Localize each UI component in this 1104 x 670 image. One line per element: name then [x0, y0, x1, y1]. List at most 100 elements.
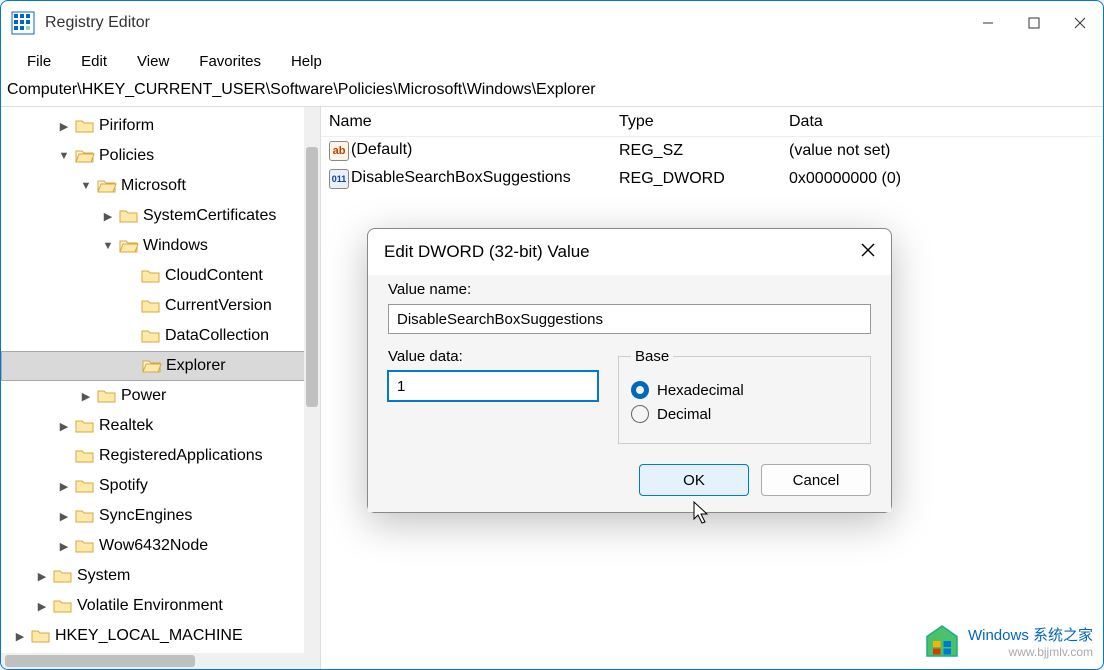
menu-edit[interactable]: Edit: [67, 49, 121, 74]
tree-label: DataCollection: [165, 327, 269, 345]
menu-favorites[interactable]: Favorites: [185, 49, 275, 74]
tree-item-syncengines[interactable]: ▶SyncEngines: [1, 501, 320, 531]
folder-icon: [75, 118, 95, 134]
value-name-label: Value name:: [388, 281, 871, 298]
chevron-icon[interactable]: ▶: [101, 210, 115, 223]
close-button[interactable]: [1057, 1, 1103, 45]
dialog-title-text: Edit DWORD (32-bit) Value: [384, 242, 590, 262]
chevron-icon[interactable]: ▶: [35, 600, 49, 613]
base-fieldset: Base Hexadecimal Decimal: [618, 348, 871, 444]
tree-item-spotify[interactable]: ▶ Spotify: [1, 471, 320, 501]
ok-button[interactable]: OK: [639, 464, 749, 496]
app-icon: [11, 11, 35, 35]
tree-item-realtek[interactable]: ▶ Realtek: [1, 411, 320, 441]
chevron-icon[interactable]: ▶: [57, 420, 71, 433]
watermark: Windows 系统之家 www.bjjmlv.com: [924, 623, 1093, 659]
tree-label: CloudContent: [165, 267, 263, 285]
tree-label: Spotify: [99, 477, 148, 495]
tree-item-explorer[interactable]: Explorer: [1, 351, 320, 381]
tree-label: HKEY_LOCAL_MACHINE: [55, 627, 243, 645]
col-header-data[interactable]: Data: [781, 113, 1103, 131]
folder-icon: [141, 298, 161, 314]
value-type: REG_DWORD: [611, 170, 781, 188]
tree-label: Realtek: [99, 417, 153, 435]
cancel-button[interactable]: Cancel: [761, 464, 871, 496]
tree-vscrollbar[interactable]: [304, 107, 320, 669]
value-name: (Default): [351, 141, 412, 158]
minimize-button[interactable]: [965, 1, 1011, 45]
chevron-icon[interactable]: ▶: [35, 570, 49, 583]
chevron-icon[interactable]: ▶: [57, 540, 71, 553]
tree-label: Piriform: [99, 117, 154, 135]
tree-label: Microsoft: [121, 177, 186, 195]
main-window: Registry Editor File Edit View Favorites…: [0, 0, 1104, 670]
tree-item-registeredapplications[interactable]: RegisteredApplications: [1, 441, 320, 471]
tree-item-power[interactable]: ▶ Power: [1, 381, 320, 411]
list-row[interactable]: 011DisableSearchBoxSuggestionsREG_DWORD0…: [321, 165, 1103, 193]
folder-icon: [75, 508, 95, 524]
chevron-icon[interactable]: ▶: [13, 630, 27, 643]
radio-hexadecimal[interactable]: [631, 381, 649, 399]
folder-icon: [75, 148, 95, 164]
folder-icon: [75, 448, 95, 464]
chevron-icon[interactable]: ▶: [57, 510, 71, 523]
tree-hscrollbar[interactable]: [1, 653, 304, 669]
dialog-body: Value name: Value data: Base Hexadecimal: [368, 275, 891, 512]
tree-label: SystemCertificates: [143, 207, 276, 225]
menu-help[interactable]: Help: [277, 49, 336, 74]
folder-icon: [75, 478, 95, 494]
tree-item-volatileenvironment[interactable]: ▶ Volatile Environment: [1, 591, 320, 621]
radio-hex-label: Hexadecimal: [657, 382, 744, 399]
col-header-type[interactable]: Type: [611, 113, 781, 131]
tree-item-systemcertificates[interactable]: ▶ SystemCertificates: [1, 201, 320, 231]
folder-icon: [31, 628, 51, 644]
list-header: Name Type Data: [321, 107, 1103, 137]
folder-icon: [97, 388, 117, 404]
tree-panel: ▶Piriform▼Policies▼Microsoft▶SystemCerti…: [1, 107, 321, 669]
chevron-icon[interactable]: ▶: [57, 120, 71, 133]
tree-item-windows[interactable]: ▼ Windows: [1, 231, 320, 261]
address-bar[interactable]: Computer\HKEY_CURRENT_USER\Software\Poli…: [1, 77, 1103, 107]
chevron-icon[interactable]: ▼: [57, 150, 71, 162]
tree-item-system[interactable]: ▶ System: [1, 561, 320, 591]
titlebar: Registry Editor: [1, 1, 1103, 45]
tree-label: Explorer: [166, 357, 226, 375]
value-name-input[interactable]: [388, 304, 871, 334]
menu-file[interactable]: File: [13, 49, 65, 74]
list-row[interactable]: ab(Default)REG_SZ(value not set): [321, 137, 1103, 165]
folder-icon: [119, 208, 139, 224]
tree-label: Wow6432Node: [99, 537, 208, 555]
base-legend: Base: [631, 348, 673, 365]
radio-dec-row[interactable]: Decimal: [631, 405, 858, 423]
tree-label: Volatile Environment: [77, 597, 223, 615]
value-data-input[interactable]: [388, 371, 598, 401]
menu-view[interactable]: View: [123, 49, 183, 74]
tree-item-wow6432node[interactable]: ▶ Wow6432Node: [1, 531, 320, 561]
value-data: 0x00000000 (0): [781, 170, 1103, 188]
chevron-icon[interactable]: ▶: [57, 480, 71, 493]
tree-label: System: [77, 567, 130, 585]
value-data-label: Value data:: [388, 348, 598, 365]
tree-label: Power: [121, 387, 166, 405]
folder-icon: [119, 238, 139, 254]
tree-item-microsoft[interactable]: ▼ Microsoft: [1, 171, 320, 201]
window-controls: [965, 1, 1103, 45]
dialog-close-button[interactable]: [861, 243, 875, 262]
tree-item-piriform[interactable]: ▶ Piriform: [1, 111, 320, 141]
tree-label: RegisteredApplications: [99, 447, 263, 465]
chevron-icon[interactable]: ▼: [79, 180, 93, 192]
chevron-icon[interactable]: ▶: [79, 390, 93, 403]
tree-label: Windows: [143, 237, 208, 255]
tree-item-cloudcontent[interactable]: CloudContent: [1, 261, 320, 291]
tree-item-currentversion[interactable]: CurrentVersion: [1, 291, 320, 321]
maximize-button[interactable]: [1011, 1, 1057, 45]
tree-item-hkeylocalmachine[interactable]: ▶ HKEY_LOCAL_MACHINE: [1, 621, 320, 651]
watermark-line2: www.bjjmlv.com: [968, 645, 1093, 659]
tree-item-datacollection[interactable]: DataCollection: [1, 321, 320, 351]
chevron-icon[interactable]: ▼: [101, 240, 115, 252]
value-data: (value not set): [781, 142, 1103, 160]
tree-item-policies[interactable]: ▼Policies: [1, 141, 320, 171]
radio-decimal[interactable]: [631, 405, 649, 423]
radio-hex-row[interactable]: Hexadecimal: [631, 381, 858, 399]
col-header-name[interactable]: Name: [321, 113, 611, 131]
